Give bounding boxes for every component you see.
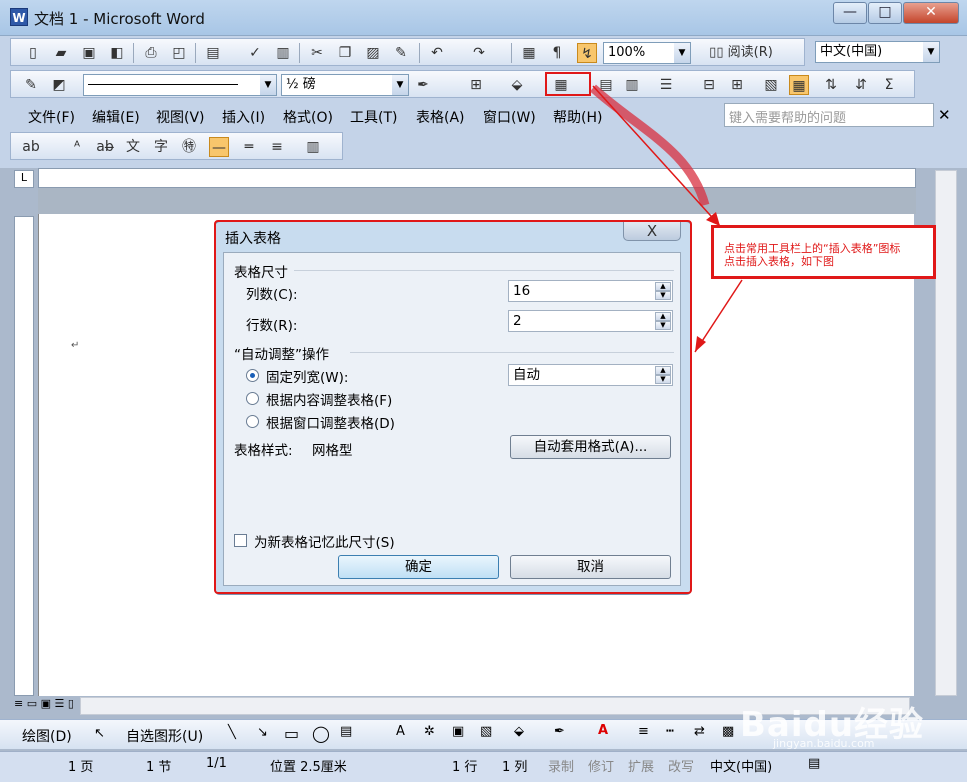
line-color-icon[interactable]: ✒ bbox=[554, 724, 565, 739]
arrow-style-icon[interactable]: ⇄ bbox=[694, 724, 705, 739]
status-bar: 1 页 1 节 1/1 位置 2.5厘米 1 行 1 列 录制 修订 扩展 改写… bbox=[0, 751, 967, 782]
baidu-watermark-url: jingyan.baidu.com bbox=[773, 737, 875, 750]
status-line: 1 行 bbox=[452, 760, 478, 775]
clipart-icon[interactable]: ▣ bbox=[452, 724, 464, 739]
arrow-icon[interactable]: ↘ bbox=[257, 725, 268, 740]
status-section: 1 节 bbox=[146, 760, 172, 775]
annotation-note: 点击常用工具栏上的“插入表格”图标 点击插入表格，如下图 bbox=[711, 225, 936, 279]
status-extend[interactable]: 扩展 bbox=[628, 756, 654, 775]
status-column: 1 列 bbox=[502, 760, 528, 775]
shadow-icon[interactable]: ▩ bbox=[722, 724, 734, 739]
status-overtype[interactable]: 改写 bbox=[668, 756, 694, 775]
dash-style-icon[interactable]: ┅ bbox=[666, 724, 674, 739]
status-pages: 1/1 bbox=[206, 756, 227, 771]
line-style-icon[interactable]: ≡ bbox=[638, 724, 649, 739]
select-objects-icon[interactable]: ↖ bbox=[94, 726, 105, 741]
picture-icon[interactable]: ▧ bbox=[480, 724, 492, 739]
oval-icon[interactable]: ◯ bbox=[312, 724, 330, 743]
status-page: 1 页 bbox=[68, 760, 94, 775]
rectangle-icon[interactable]: ▭ bbox=[284, 724, 299, 743]
spelling-status-icon[interactable]: ▤ bbox=[808, 756, 820, 771]
status-track[interactable]: 修订 bbox=[588, 756, 614, 775]
font-color-icon[interactable]: A bbox=[598, 723, 608, 738]
annotation-arrows bbox=[590, 84, 743, 353]
autoshapes-menu[interactable]: 自选图形(U) bbox=[126, 726, 203, 746]
fill-color-icon[interactable]: ⬙ bbox=[514, 724, 524, 739]
status-position: 位置 2.5厘米 bbox=[270, 760, 347, 775]
line-icon[interactable]: ╲ bbox=[228, 725, 236, 740]
draw-menu[interactable]: 绘图(D) bbox=[22, 726, 72, 746]
status-record[interactable]: 录制 bbox=[548, 756, 574, 775]
diagram-icon[interactable]: ✲ bbox=[424, 724, 435, 739]
textbox-icon[interactable]: ▤ bbox=[340, 724, 352, 739]
wordart-icon[interactable]: A bbox=[396, 724, 405, 739]
status-language: 中文(中国) bbox=[710, 760, 773, 775]
